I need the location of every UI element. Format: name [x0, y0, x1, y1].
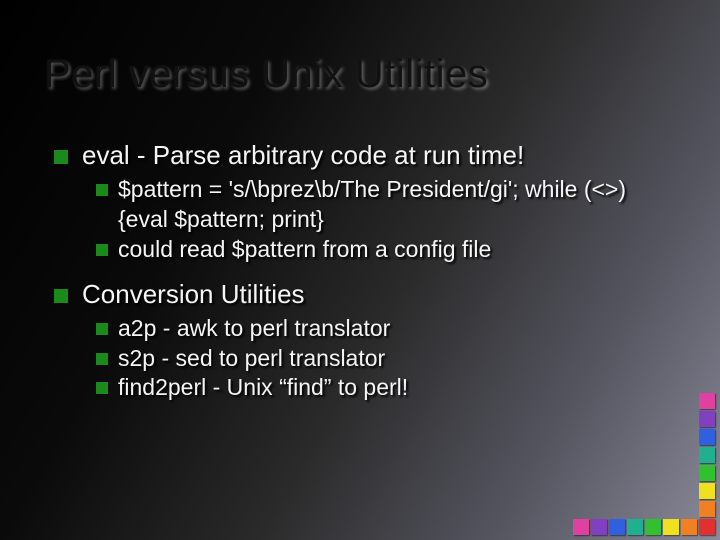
list-subitem-text: s2p - sed to perl translator [118, 344, 680, 374]
list-subitem: $pattern = 's/\bprez\b/The President/gi'… [96, 175, 680, 235]
color-square-icon [591, 519, 607, 535]
list-subitem-text: find2perl - Unix “find” to perl! [118, 373, 680, 403]
square-bullet-icon [96, 323, 108, 335]
color-square-icon [699, 411, 715, 427]
list-item: Conversion Utilities [54, 279, 680, 310]
list-subitem-text: could read $pattern from a config file [118, 235, 680, 265]
color-square-icon [645, 519, 661, 535]
square-bullet-icon [96, 244, 108, 256]
list-subitem: a2p - awk to perl translator [96, 314, 680, 344]
color-square-icon [699, 519, 715, 535]
color-square-icon [573, 519, 589, 535]
slide-title: Perl versus Unix Utilities [44, 52, 488, 97]
decoration-column [698, 392, 716, 518]
color-square-icon [681, 519, 697, 535]
list-subitem: could read $pattern from a config file [96, 235, 680, 265]
list-subitem-text: a2p - awk to perl translator [118, 314, 680, 344]
color-square-icon [699, 483, 715, 499]
decoration-row [572, 518, 716, 536]
color-square-icon [699, 501, 715, 517]
color-square-icon [663, 519, 679, 535]
color-square-icon [609, 519, 625, 535]
list-subitem: s2p - sed to perl translator [96, 344, 680, 374]
color-square-icon [699, 465, 715, 481]
square-bullet-icon [54, 289, 68, 303]
list-item-text: eval - Parse arbitrary code at run time! [82, 140, 524, 171]
square-bullet-icon [96, 382, 108, 394]
square-bullet-icon [54, 150, 68, 164]
slide: Perl versus Unix Utilities eval - Parse … [0, 0, 720, 540]
list-item-text: Conversion Utilities [82, 279, 305, 310]
color-square-icon [699, 429, 715, 445]
color-square-icon [699, 447, 715, 463]
slide-body: eval - Parse arbitrary code at run time!… [54, 140, 680, 403]
list-item: eval - Parse arbitrary code at run time! [54, 140, 680, 171]
color-square-icon [699, 393, 715, 409]
square-bullet-icon [96, 353, 108, 365]
list-subitem: find2perl - Unix “find” to perl! [96, 373, 680, 403]
square-bullet-icon [96, 184, 108, 196]
color-square-icon [627, 519, 643, 535]
list-subitem-text: $pattern = 's/\bprez\b/The President/gi'… [118, 175, 680, 235]
